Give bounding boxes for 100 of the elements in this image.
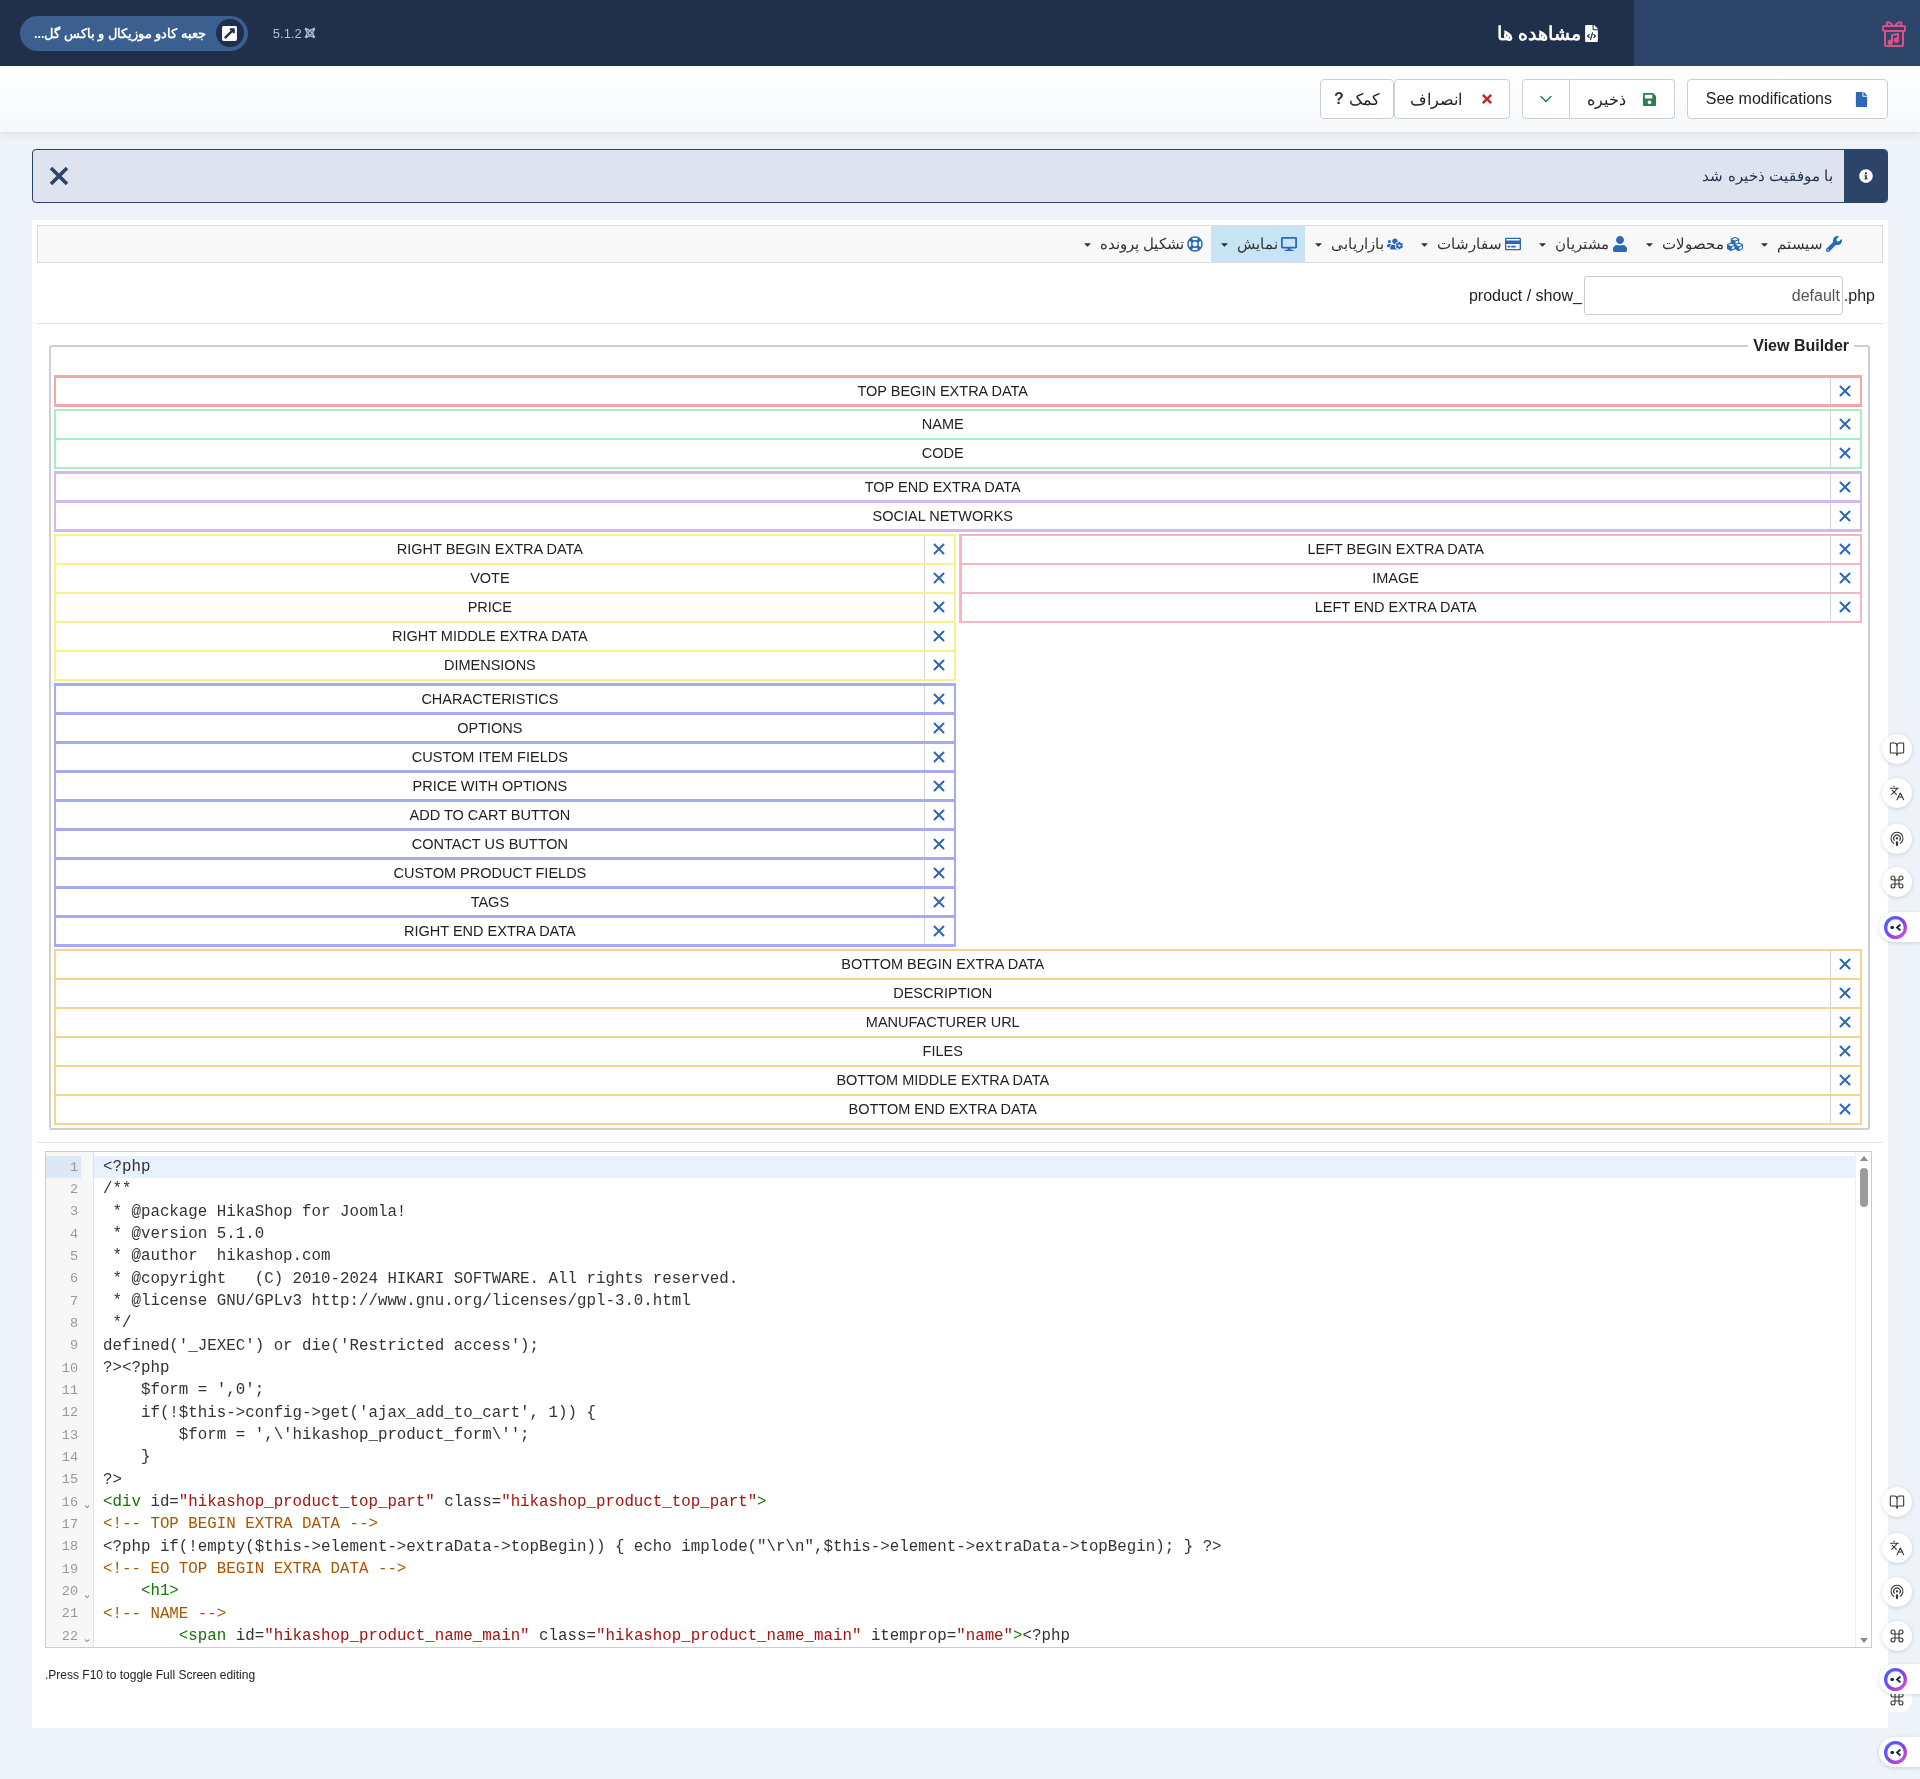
podcast-icon[interactable]	[1882, 824, 1912, 854]
assistant-logo-icon[interactable]	[1879, 912, 1920, 942]
scrollbar-thumb[interactable]	[1859, 1168, 1868, 1207]
menu-item[interactable]: سیستم	[1751, 226, 1850, 262]
scroll-down-arrow-icon[interactable]	[1859, 1638, 1868, 1643]
close-icon	[933, 808, 946, 821]
translate-icon[interactable]	[1882, 778, 1912, 808]
line-number: 1	[46, 1156, 81, 1179]
command-key-icon[interactable]	[1882, 867, 1912, 897]
code-line: * @author hikashop.com	[111, 1246, 332, 1268]
menu-item[interactable]: بازاریابی	[1305, 226, 1411, 262]
code-editor[interactable]	[45, 1151, 1872, 1648]
code-line: * @version 5.1.0	[111, 1224, 266, 1245]
builder-row[interactable]: DIMENSIONS	[56, 652, 954, 679]
builder-row[interactable]: CHARACTERISTICS	[56, 685, 954, 712]
builder-row[interactable]: LEFT BEGIN EXTRA DATA	[961, 536, 1860, 563]
book-icon[interactable]	[1882, 734, 1912, 764]
close-icon	[1839, 509, 1851, 522]
builder-row[interactable]: VOTE	[56, 565, 954, 592]
builder-row[interactable]: CUSTOM PRODUCT FIELDS	[56, 859, 954, 886]
assistant-logo-icon[interactable]	[1879, 1737, 1920, 1767]
builder-row[interactable]: NAME	[56, 411, 1860, 438]
builder-row[interactable]: RIGHT MIDDLE EXTRA DATA	[56, 623, 954, 650]
close-icon	[1839, 1016, 1851, 1029]
builder-row[interactable]: RIGHT END EXTRA DATA	[56, 917, 954, 944]
menu-item[interactable]: مشتریان	[1529, 226, 1636, 262]
builder-row[interactable]: TAGS	[56, 888, 954, 915]
help-button[interactable]: ? کمک	[1319, 79, 1394, 119]
block-label: MANUFACTURER URL	[864, 1013, 1021, 1033]
see-modifications-button[interactable]: See modifications	[1686, 79, 1888, 119]
podcast-icon[interactable]	[1882, 1577, 1912, 1607]
builder-row[interactable]: BOTTOM MIDDLE EXTRA DATA	[56, 1067, 1860, 1094]
builder-row[interactable]: TOP END EXTRA DATA	[56, 473, 1860, 500]
translate-icon[interactable]	[1882, 1533, 1912, 1563]
line-number: 6	[68, 1270, 79, 1289]
assistant-logo-icon[interactable]	[1879, 1664, 1920, 1694]
close-icon	[1839, 1045, 1851, 1058]
builder-row[interactable]: BOTTOM END EXTRA DATA	[56, 1096, 1860, 1123]
builder-row[interactable]: OPTIONS	[56, 714, 954, 741]
fold-marker-icon[interactable]: ⌄	[82, 1588, 92, 1601]
builder-row[interactable]: FILES	[56, 1038, 1860, 1065]
block-label: IMAGE	[1371, 569, 1420, 589]
block-label: OPTIONS	[456, 718, 524, 738]
builder-row[interactable]: ADD TO CART BUTTON	[56, 801, 954, 828]
block-label: RIGHT END EXTRA DATA	[403, 921, 577, 941]
users-gear-icon	[1387, 236, 1403, 252]
save-icon	[1641, 91, 1657, 107]
block-label: TAGS	[469, 892, 511, 912]
line-number: 22	[60, 1627, 79, 1646]
life-ring-icon	[1187, 236, 1203, 252]
builder-row[interactable]: CUSTOM ITEM FIELDS	[56, 743, 954, 770]
close-icon	[933, 721, 946, 734]
file-name-field[interactable]: default	[1583, 276, 1843, 315]
close-icon	[1839, 480, 1851, 493]
save-button[interactable]: ذخیره	[1569, 79, 1675, 119]
close-icon	[933, 692, 946, 705]
block-label: FILES	[921, 1042, 964, 1062]
builder-row[interactable]: IMAGE	[961, 565, 1860, 592]
line-number: 18	[60, 1538, 79, 1557]
close-icon	[1839, 447, 1851, 460]
builder-row[interactable]: BOTTOM BEGIN EXTRA DATA	[56, 951, 1860, 978]
line-number: 13	[60, 1426, 79, 1445]
menu-item[interactable]: تشکیل پرونده	[1073, 226, 1211, 262]
builder-row[interactable]: PRICE	[56, 594, 954, 621]
block-label: CONTACT US BUTTON	[410, 834, 569, 854]
builder-row[interactable]: LEFT END EXTRA DATA	[961, 594, 1860, 621]
builder-row[interactable]: PRICE WITH OPTIONS	[56, 772, 954, 799]
close-icon	[1839, 418, 1851, 431]
line-number: 9	[68, 1337, 79, 1356]
book-icon[interactable]	[1882, 1487, 1912, 1517]
builder-row[interactable]: TOP BEGIN EXTRA DATA	[56, 377, 1860, 404]
code-line: if(!$this->config->get('ajax_add_to_cart', 1)) {	[139, 1402, 597, 1424]
code-line: defined('_JEXEC') or die('Restricted access');	[102, 1335, 541, 1357]
builder-row[interactable]: SOCIAL NETWORKS	[56, 502, 1860, 529]
file-code-icon	[1583, 24, 1600, 42]
site-link[interactable]: جعبه کادو موزیکال و باکس گل...	[20, 15, 248, 51]
line-number: 3	[68, 1203, 79, 1222]
wrench-icon	[1826, 236, 1842, 252]
line-number: 16	[60, 1493, 79, 1512]
builder-row[interactable]: RIGHT BEGIN EXTRA DATA	[56, 536, 954, 563]
menu-item[interactable]: نمایش	[1211, 226, 1305, 262]
code-line: $form = ',\'hikashop_product_form\'';	[177, 1424, 531, 1446]
line-number: 7	[68, 1292, 79, 1311]
command-key-icon[interactable]	[1882, 1621, 1912, 1651]
menu-item[interactable]: سفارشات	[1411, 226, 1529, 262]
code-line: */	[111, 1313, 133, 1335]
builder-row[interactable]: CODE	[56, 440, 1860, 467]
scroll-up-arrow-icon[interactable]	[1859, 1156, 1868, 1161]
fold-marker-icon[interactable]: ⌄	[82, 1499, 92, 1512]
builder-row[interactable]: MANUFACTURER URL	[56, 1009, 1860, 1036]
menu-item[interactable]: محصولات	[1636, 226, 1751, 262]
editor-hint: .Press F10 to toggle Full Screen editing	[45, 1668, 257, 1682]
close-icon	[1839, 1074, 1851, 1087]
block-label: NAME	[920, 415, 965, 435]
cancel-button[interactable]: انصراف	[1393, 79, 1510, 119]
builder-row[interactable]: DESCRIPTION	[56, 980, 1860, 1007]
fold-marker-icon[interactable]: ⌄	[82, 1633, 92, 1646]
line-number: 2	[68, 1181, 79, 1199]
builder-row[interactable]: CONTACT US BUTTON	[56, 830, 954, 857]
alert-message: با موفقیت ذخیره شد	[1702, 167, 1834, 185]
